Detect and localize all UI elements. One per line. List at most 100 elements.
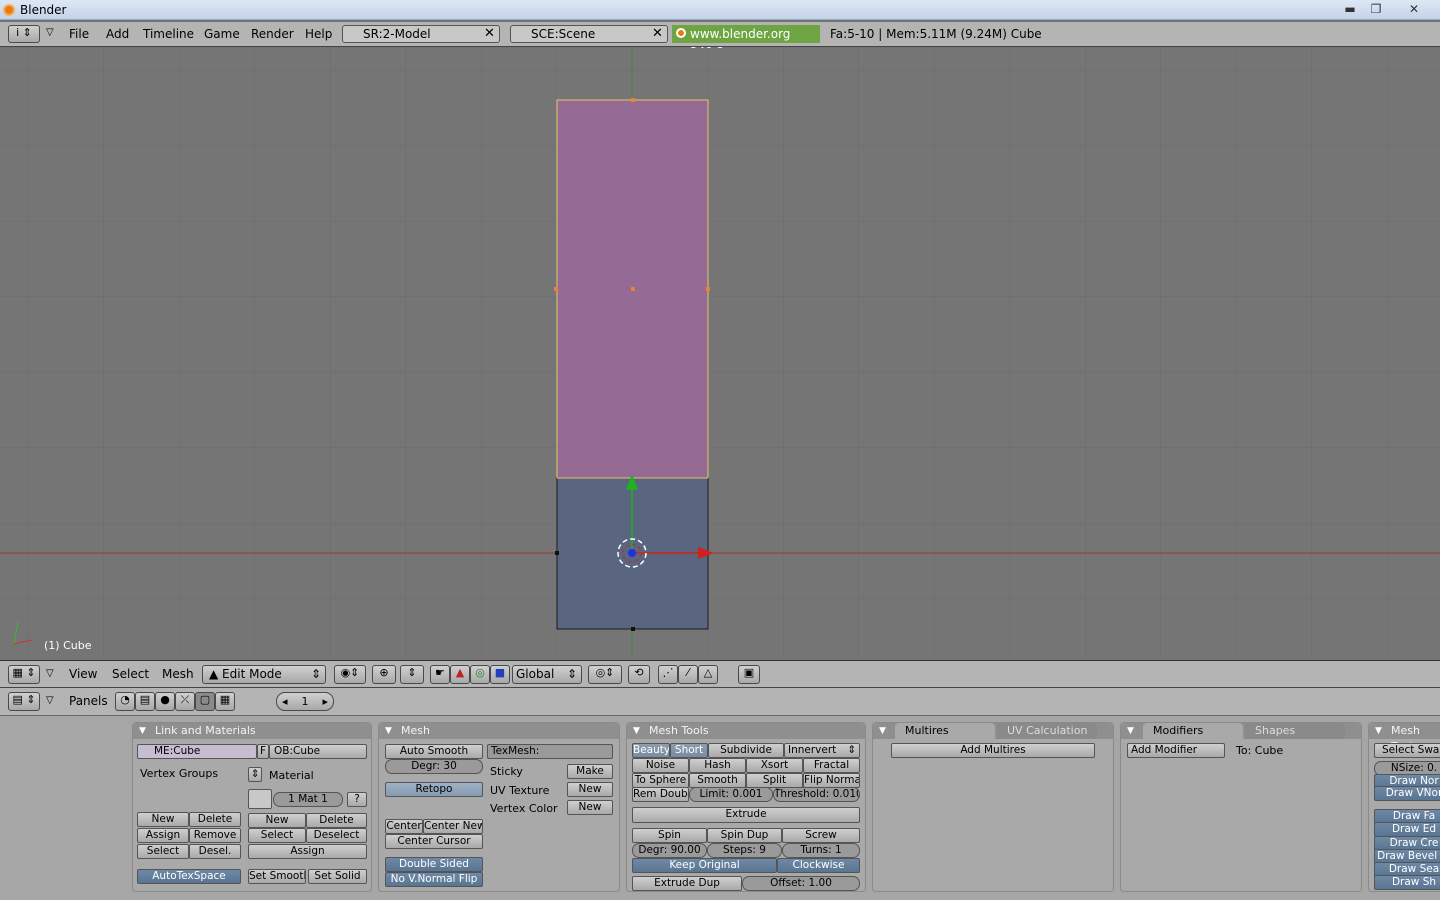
menu-select[interactable]: Select [112,667,149,681]
material-color-swatch[interactable] [248,789,272,809]
vgroup-deselect-button[interactable]: Desel. [189,844,241,859]
menu-help[interactable]: Help [305,27,332,41]
clockwise-toggle[interactable]: Clockwise [777,858,860,873]
mode-selector[interactable]: ▲ Edit Mode ⇕ [202,665,326,684]
scale-icon[interactable]: ■ [490,665,510,684]
material-deselect-button[interactable]: Deselect [306,828,367,843]
uv-texture-new-button[interactable]: New [567,782,613,797]
xsort-button[interactable]: Xsort [746,758,803,773]
screw-turns-field[interactable]: Turns: 1 [782,843,860,858]
edge-select-icon[interactable]: ⁄ [678,665,698,684]
scene-selector[interactable]: SCE:Scene [510,25,668,43]
fake-user-toggle[interactable]: F [257,744,269,759]
panel-header[interactable]: ▼ Link and Materials [133,723,371,739]
spin-dup-button[interactable]: Spin Dup [707,828,782,843]
draw-edges-toggle[interactable]: Draw Ed [1374,822,1440,837]
beauty-toggle[interactable]: Beauty [632,743,670,758]
fractal-button[interactable]: Fractal [803,758,860,773]
scene-context-icon[interactable]: ▦ [215,692,235,711]
tab-modifiers[interactable]: Modifiers [1143,723,1243,739]
menu-view[interactable]: View [69,667,97,681]
add-multires-button[interactable]: Add Multires [891,743,1095,758]
add-modifier-button[interactable]: Add Modifier [1127,743,1225,758]
blender-url-badge[interactable]: www.blender.org 249.2 [672,25,820,59]
snap-icon[interactable]: ⟲ [628,665,650,684]
vgroup-assign-button[interactable]: Assign [137,828,189,843]
tab-uv-calculation[interactable]: UV Calculation [997,723,1097,739]
draw-type-icon[interactable]: ◉⇕ [334,665,366,684]
material-delete-button[interactable]: Delete [306,813,367,828]
collapse-menu-icon[interactable]: ▽ [46,695,54,706]
spin-steps-field[interactable]: Steps: 9 [707,843,782,858]
vertex-color-new-button[interactable]: New [567,800,613,815]
script-context-icon[interactable]: ▤ [135,692,155,711]
menu-render[interactable]: Render [251,27,294,41]
menu-timeline[interactable]: Timeline [143,27,194,41]
menu-add[interactable]: Add [106,27,129,41]
menu-file[interactable]: File [69,27,89,41]
face-select-icon[interactable]: △ [698,665,718,684]
frame-number-field[interactable]: ◂ 1 ▸ [276,692,334,711]
orientation-selector[interactable]: Global ⇕ [512,665,582,684]
editor-type-info-icon[interactable]: i ⇕ [8,25,40,43]
translate-icon[interactable]: ▲ [450,665,470,684]
panels-label[interactable]: Panels [69,694,108,708]
menu-mesh[interactable]: Mesh [162,667,194,681]
spin-button[interactable]: Spin [632,828,707,843]
sticky-make-button[interactable]: Make [567,764,613,779]
texmesh-field[interactable]: TexMesh: [487,744,613,759]
screen-selector[interactable]: SR:2-Model [342,25,500,43]
delete-screen-icon[interactable]: ✕ [484,26,495,41]
proportional-edit-icon[interactable]: ◎⇕ [588,665,622,684]
double-sided-toggle[interactable]: Double Sided [385,857,483,872]
screw-button[interactable]: Screw [782,828,860,843]
editing-context-icon[interactable]: ▢ [195,692,215,711]
keep-original-toggle[interactable]: Keep Original [632,858,777,873]
noise-button[interactable]: Noise [632,758,689,773]
material-select-button[interactable]: Select [248,828,306,843]
vgroup-delete-button[interactable]: Delete [189,812,241,827]
hand-icon[interactable]: ☛ [430,665,450,684]
vgroup-select-button[interactable]: Select [137,844,189,859]
material-menu-icon[interactable]: ⇕ [248,767,262,782]
draw-vnormals-toggle[interactable]: Draw VNor [1374,786,1440,801]
select-swap-button[interactable]: Select Swap [1374,743,1440,758]
auto-smooth-degree[interactable]: Degr: 30 [385,759,483,774]
vertex-select-icon[interactable]: ⋰ [658,665,678,684]
panel-header[interactable]: ▼Mesh Tools [627,723,865,739]
autotexspace-toggle[interactable]: AutoTexSpace [137,869,241,884]
pivot-icon[interactable]: ⊕ [372,665,396,684]
extrude-dup-button[interactable]: Extrude Dup [632,876,742,891]
editor-type-buttons-icon[interactable]: ▤ ⇕ [8,692,40,711]
extrude-button[interactable]: Extrude [632,807,860,823]
maximize-icon[interactable]: ❐ [1362,0,1390,18]
delete-scene-icon[interactable]: ✕ [652,26,663,41]
collapse-menu-icon[interactable]: ▽ [46,668,54,679]
panel-header[interactable]: ▼Mesh Tools [1369,723,1440,753]
auto-smooth-toggle[interactable]: Auto Smooth [385,744,483,759]
material-assign-button[interactable]: Assign [248,844,367,859]
viewport-canvas[interactable] [0,48,1440,660]
rotate-icon[interactable]: ◎ [470,665,490,684]
to-sphere-button[interactable]: To Sphere [632,773,689,788]
panel-header[interactable]: ▼ Mesh [379,723,619,739]
shading-context-icon[interactable]: ● [155,692,175,711]
collapse-menu-icon[interactable]: ▽ [46,27,54,38]
remove-doubles-button[interactable]: Rem Doubl [632,787,689,802]
spin-degrees-field[interactable]: Degr: 90.00 [632,843,707,858]
short-toggle[interactable]: Short [670,743,708,758]
object-name-field[interactable]: OB:Cube [269,744,367,759]
material-help-button[interactable]: ? [347,792,367,807]
material-index-field[interactable]: 1 Mat 1 [273,792,343,807]
innervert-menu[interactable]: Innervert ⇕ [784,743,860,758]
tab-shapes[interactable]: Shapes [1245,723,1345,739]
3d-viewport[interactable]: (1) Cube [0,48,1440,660]
logic-context-icon[interactable]: ◔ [115,692,135,711]
no-vnormal-flip-toggle[interactable]: No V.Normal Flip [385,872,483,887]
center-cursor-button[interactable]: Center Cursor [385,834,483,849]
smooth-button[interactable]: Smooth [689,773,746,788]
material-new-button[interactable]: New [248,813,306,828]
close-icon[interactable]: ✕ [1398,0,1430,18]
render-preview-icon[interactable]: ▣ [738,665,760,684]
object-context-icon[interactable]: ⤫ [175,692,195,711]
